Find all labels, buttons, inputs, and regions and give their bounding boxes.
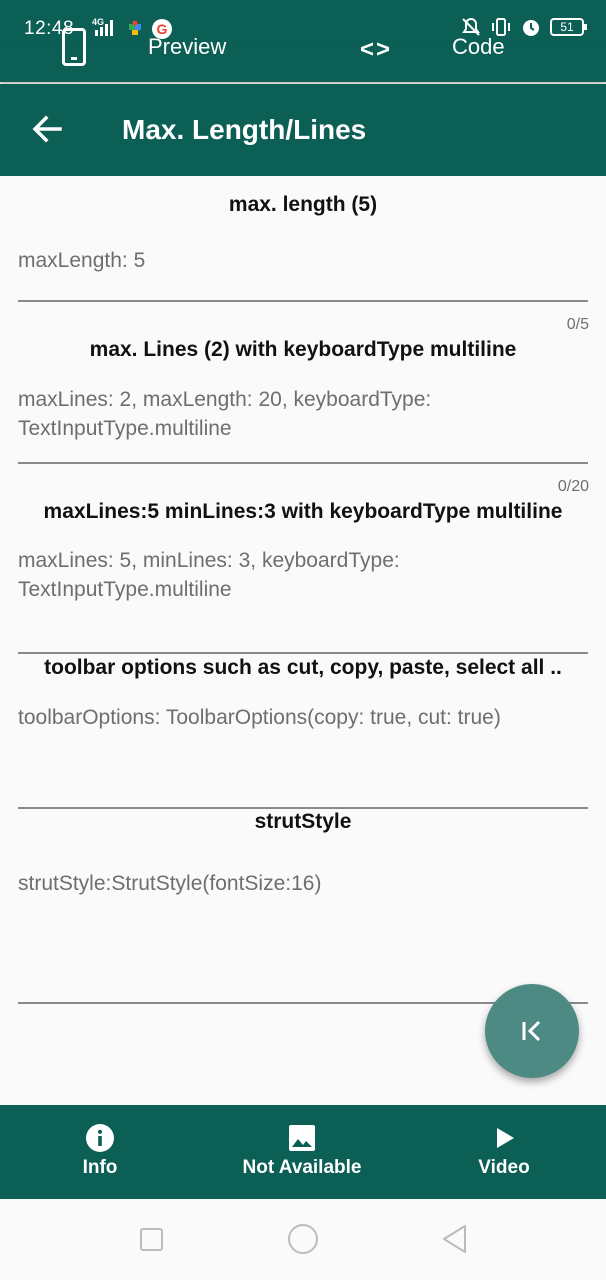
text-field-strut-style[interactable]: strutStyle:StrutStyle(fontSize:16) <box>18 869 593 898</box>
battery-icon: 51 <box>550 18 587 36</box>
page-title: Max. Length/Lines <box>122 114 367 145</box>
text-field-max-length[interactable]: maxLength: 5 <box>18 246 593 275</box>
text-field-underline <box>18 462 588 464</box>
tab-code[interactable]: Code <box>452 34 505 60</box>
nav-item-not-available[interactable]: Not Available <box>222 1105 382 1199</box>
info-icon <box>86 1124 114 1152</box>
section-title-min-lines: maxLines:5 minLines:3 with keyboardType … <box>43 500 563 523</box>
nav-label-not-available: Not Available <box>242 1157 362 1178</box>
nav-label-video: Video <box>478 1157 530 1178</box>
signal-icon <box>95 20 113 36</box>
text-field-max-lines[interactable]: maxLines: 2, maxLength: 20, keyboardType… <box>18 385 593 443</box>
system-navigation-bar <box>0 1199 606 1280</box>
nav-item-info[interactable]: Info <box>60 1105 140 1199</box>
tab-preview[interactable]: Preview <box>148 34 226 60</box>
code-icon[interactable]: <> <box>360 36 392 64</box>
first-page-icon <box>522 1020 541 1042</box>
nav-label-info: Info <box>82 1157 118 1178</box>
image-icon <box>289 1125 315 1151</box>
arrow-back-icon[interactable] <box>30 112 64 146</box>
character-counter: 0/20 <box>557 478 589 495</box>
play-icon <box>497 1128 514 1148</box>
nav-item-video[interactable]: Video <box>464 1105 544 1199</box>
section-title-max-lines: max. Lines (2) with keyboardType multili… <box>89 338 517 361</box>
section-title-toolbar: toolbar options such as cut, copy, paste… <box>44 656 562 679</box>
tab-bar: Preview <> Code <box>0 28 606 82</box>
first-page-button[interactable] <box>485 984 579 1078</box>
text-field-underline <box>18 300 588 302</box>
bottom-navigation: Info Not Available Video <box>0 1105 606 1199</box>
text-field-min-lines[interactable]: maxLines: 5, minLines: 3, keyboardType: … <box>18 546 593 604</box>
section-title-strut-style: strutStyle <box>254 810 352 833</box>
home-button[interactable] <box>288 1224 318 1254</box>
app-bar: Max. Length/Lines <box>0 84 606 176</box>
system-back-button[interactable] <box>440 1223 468 1255</box>
alarm-icon <box>523 20 539 36</box>
phone-icon[interactable] <box>62 28 86 66</box>
text-field-underline <box>18 652 588 654</box>
text-field-toolbar[interactable]: toolbarOptions: ToolbarOptions(copy: tru… <box>18 703 593 732</box>
text-field-underline <box>18 807 588 809</box>
recent-apps-button[interactable] <box>140 1228 163 1251</box>
character-counter: 0/5 <box>566 316 589 333</box>
status-bar: 12:48 4G G 51 <box>0 0 606 44</box>
section-title-max-length: max. length (5) <box>228 193 378 216</box>
puzzle-icon <box>129 20 141 35</box>
